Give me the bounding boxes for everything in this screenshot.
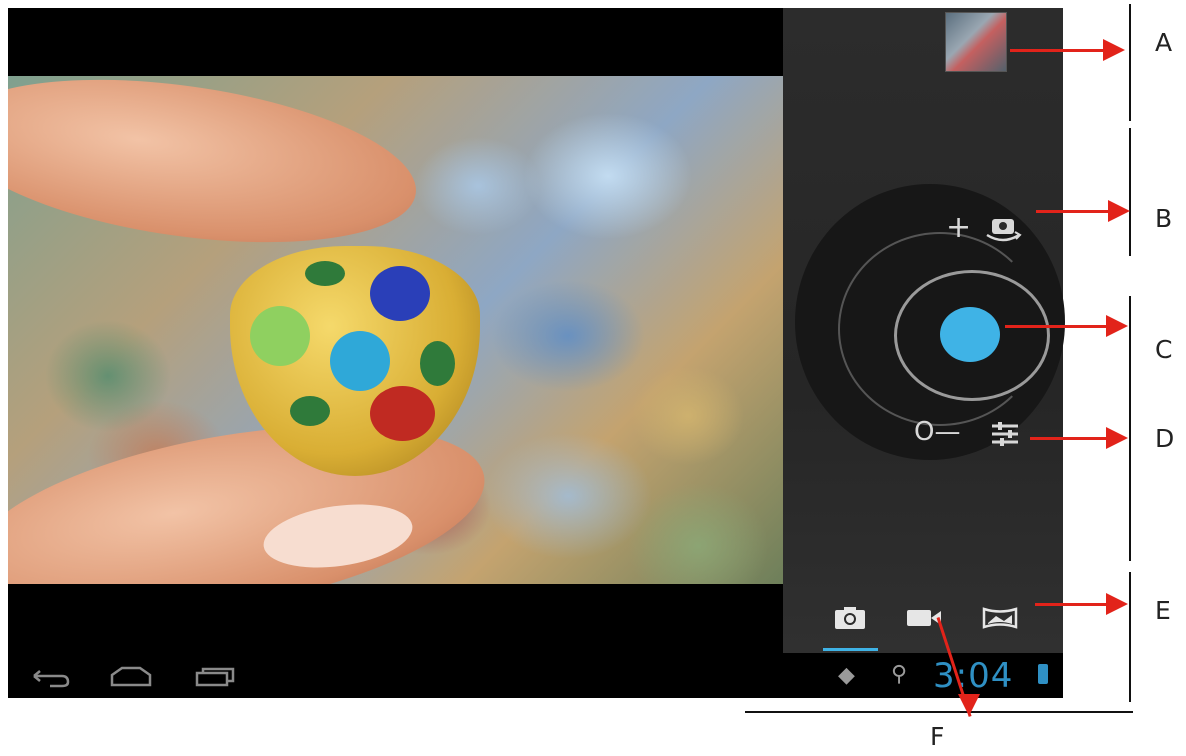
callout-label-b: B xyxy=(1155,204,1173,233)
mode-selected-indicator xyxy=(823,648,878,651)
system-navigation-bar: ◆ ⚲ 3:04 xyxy=(8,653,1063,698)
arrow-d-tip xyxy=(1106,427,1128,449)
panorama-mode-icon[interactable] xyxy=(982,607,1018,629)
settings-sliders-icon[interactable] xyxy=(988,418,1022,448)
callout-label-f: F xyxy=(930,722,945,751)
camera-switch-icon[interactable] xyxy=(983,213,1023,243)
back-icon[interactable] xyxy=(30,668,70,688)
clock-time: 3:04 xyxy=(933,656,1014,696)
arrow-c-line xyxy=(1005,325,1111,328)
battery-icon xyxy=(1038,664,1048,684)
callout-label-c: C xyxy=(1155,335,1173,364)
arrow-a-tip xyxy=(1103,39,1125,61)
arrow-b-tip xyxy=(1108,200,1130,222)
zoom-out-icon[interactable]: O— xyxy=(914,419,960,445)
arrow-e-line xyxy=(1035,603,1113,606)
viewfinder-preview xyxy=(8,76,783,584)
arrow-d-line xyxy=(1030,437,1112,440)
camera-mode-icon[interactable] xyxy=(833,605,867,631)
arrow-a-line xyxy=(1010,49,1108,52)
callout-divider-f xyxy=(745,711,1133,713)
last-photo-thumbnail[interactable] xyxy=(945,12,1007,72)
callout-label-a: A xyxy=(1155,28,1173,57)
callout-label-d: D xyxy=(1155,424,1175,453)
arrow-f-tip xyxy=(958,694,980,716)
arrow-b-line xyxy=(1036,210,1112,213)
recent-apps-icon[interactable] xyxy=(193,665,237,687)
callout-divider-a xyxy=(1129,4,1131,121)
shutter-button[interactable] xyxy=(940,307,1000,362)
callout-divider-e xyxy=(1129,572,1131,702)
callout-divider-cd xyxy=(1129,296,1131,561)
home-icon[interactable] xyxy=(108,665,154,687)
callout-label-e: E xyxy=(1155,596,1171,625)
callout-divider-b xyxy=(1129,128,1131,256)
status-settings-icon: ◆ xyxy=(838,663,855,688)
usb-icon: ⚲ xyxy=(891,662,908,687)
arrow-c-tip xyxy=(1106,315,1128,337)
arrow-e-tip xyxy=(1106,593,1128,615)
index-finger xyxy=(8,76,427,268)
zoom-in-icon[interactable]: + xyxy=(946,213,971,243)
